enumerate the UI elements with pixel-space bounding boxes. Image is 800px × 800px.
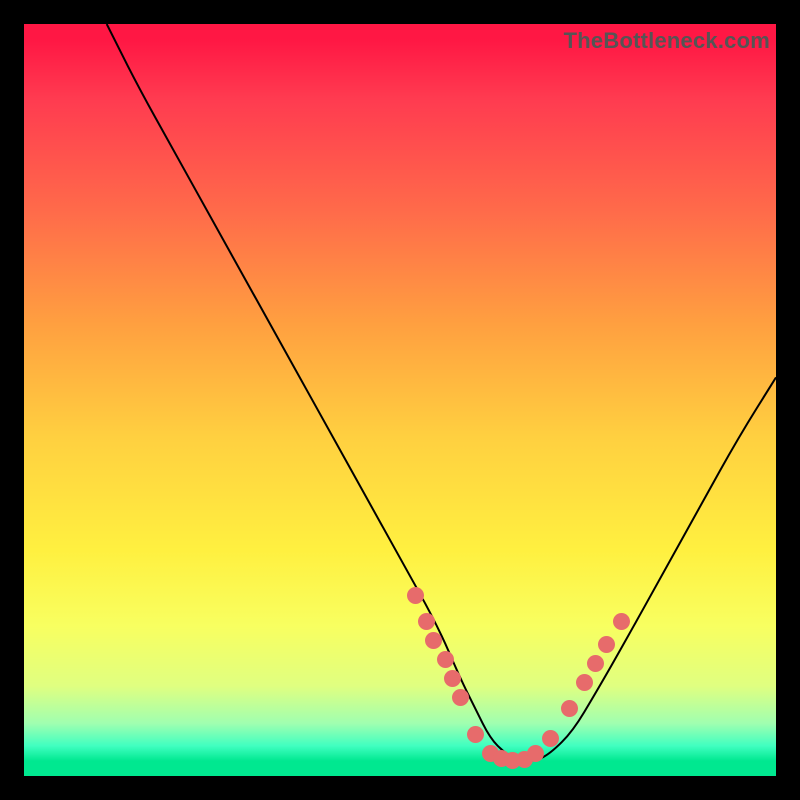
curve-svg — [24, 24, 776, 776]
data-marker — [444, 670, 461, 687]
data-marker — [613, 613, 630, 630]
data-marker — [598, 636, 615, 653]
data-marker — [437, 651, 454, 668]
data-marker — [452, 689, 469, 706]
bottleneck-curve — [107, 24, 776, 761]
data-marker — [542, 730, 559, 747]
data-marker — [407, 587, 424, 604]
data-marker — [425, 632, 442, 649]
data-marker — [576, 674, 593, 691]
watermark-text: TheBottleneck.com — [564, 28, 770, 54]
data-marker — [561, 700, 578, 717]
data-marker — [418, 613, 435, 630]
plot-area: TheBottleneck.com — [24, 24, 776, 776]
data-marker — [467, 726, 484, 743]
chart-container: TheBottleneck.com — [0, 0, 800, 800]
data-marker — [587, 655, 604, 672]
data-marker — [527, 745, 544, 762]
